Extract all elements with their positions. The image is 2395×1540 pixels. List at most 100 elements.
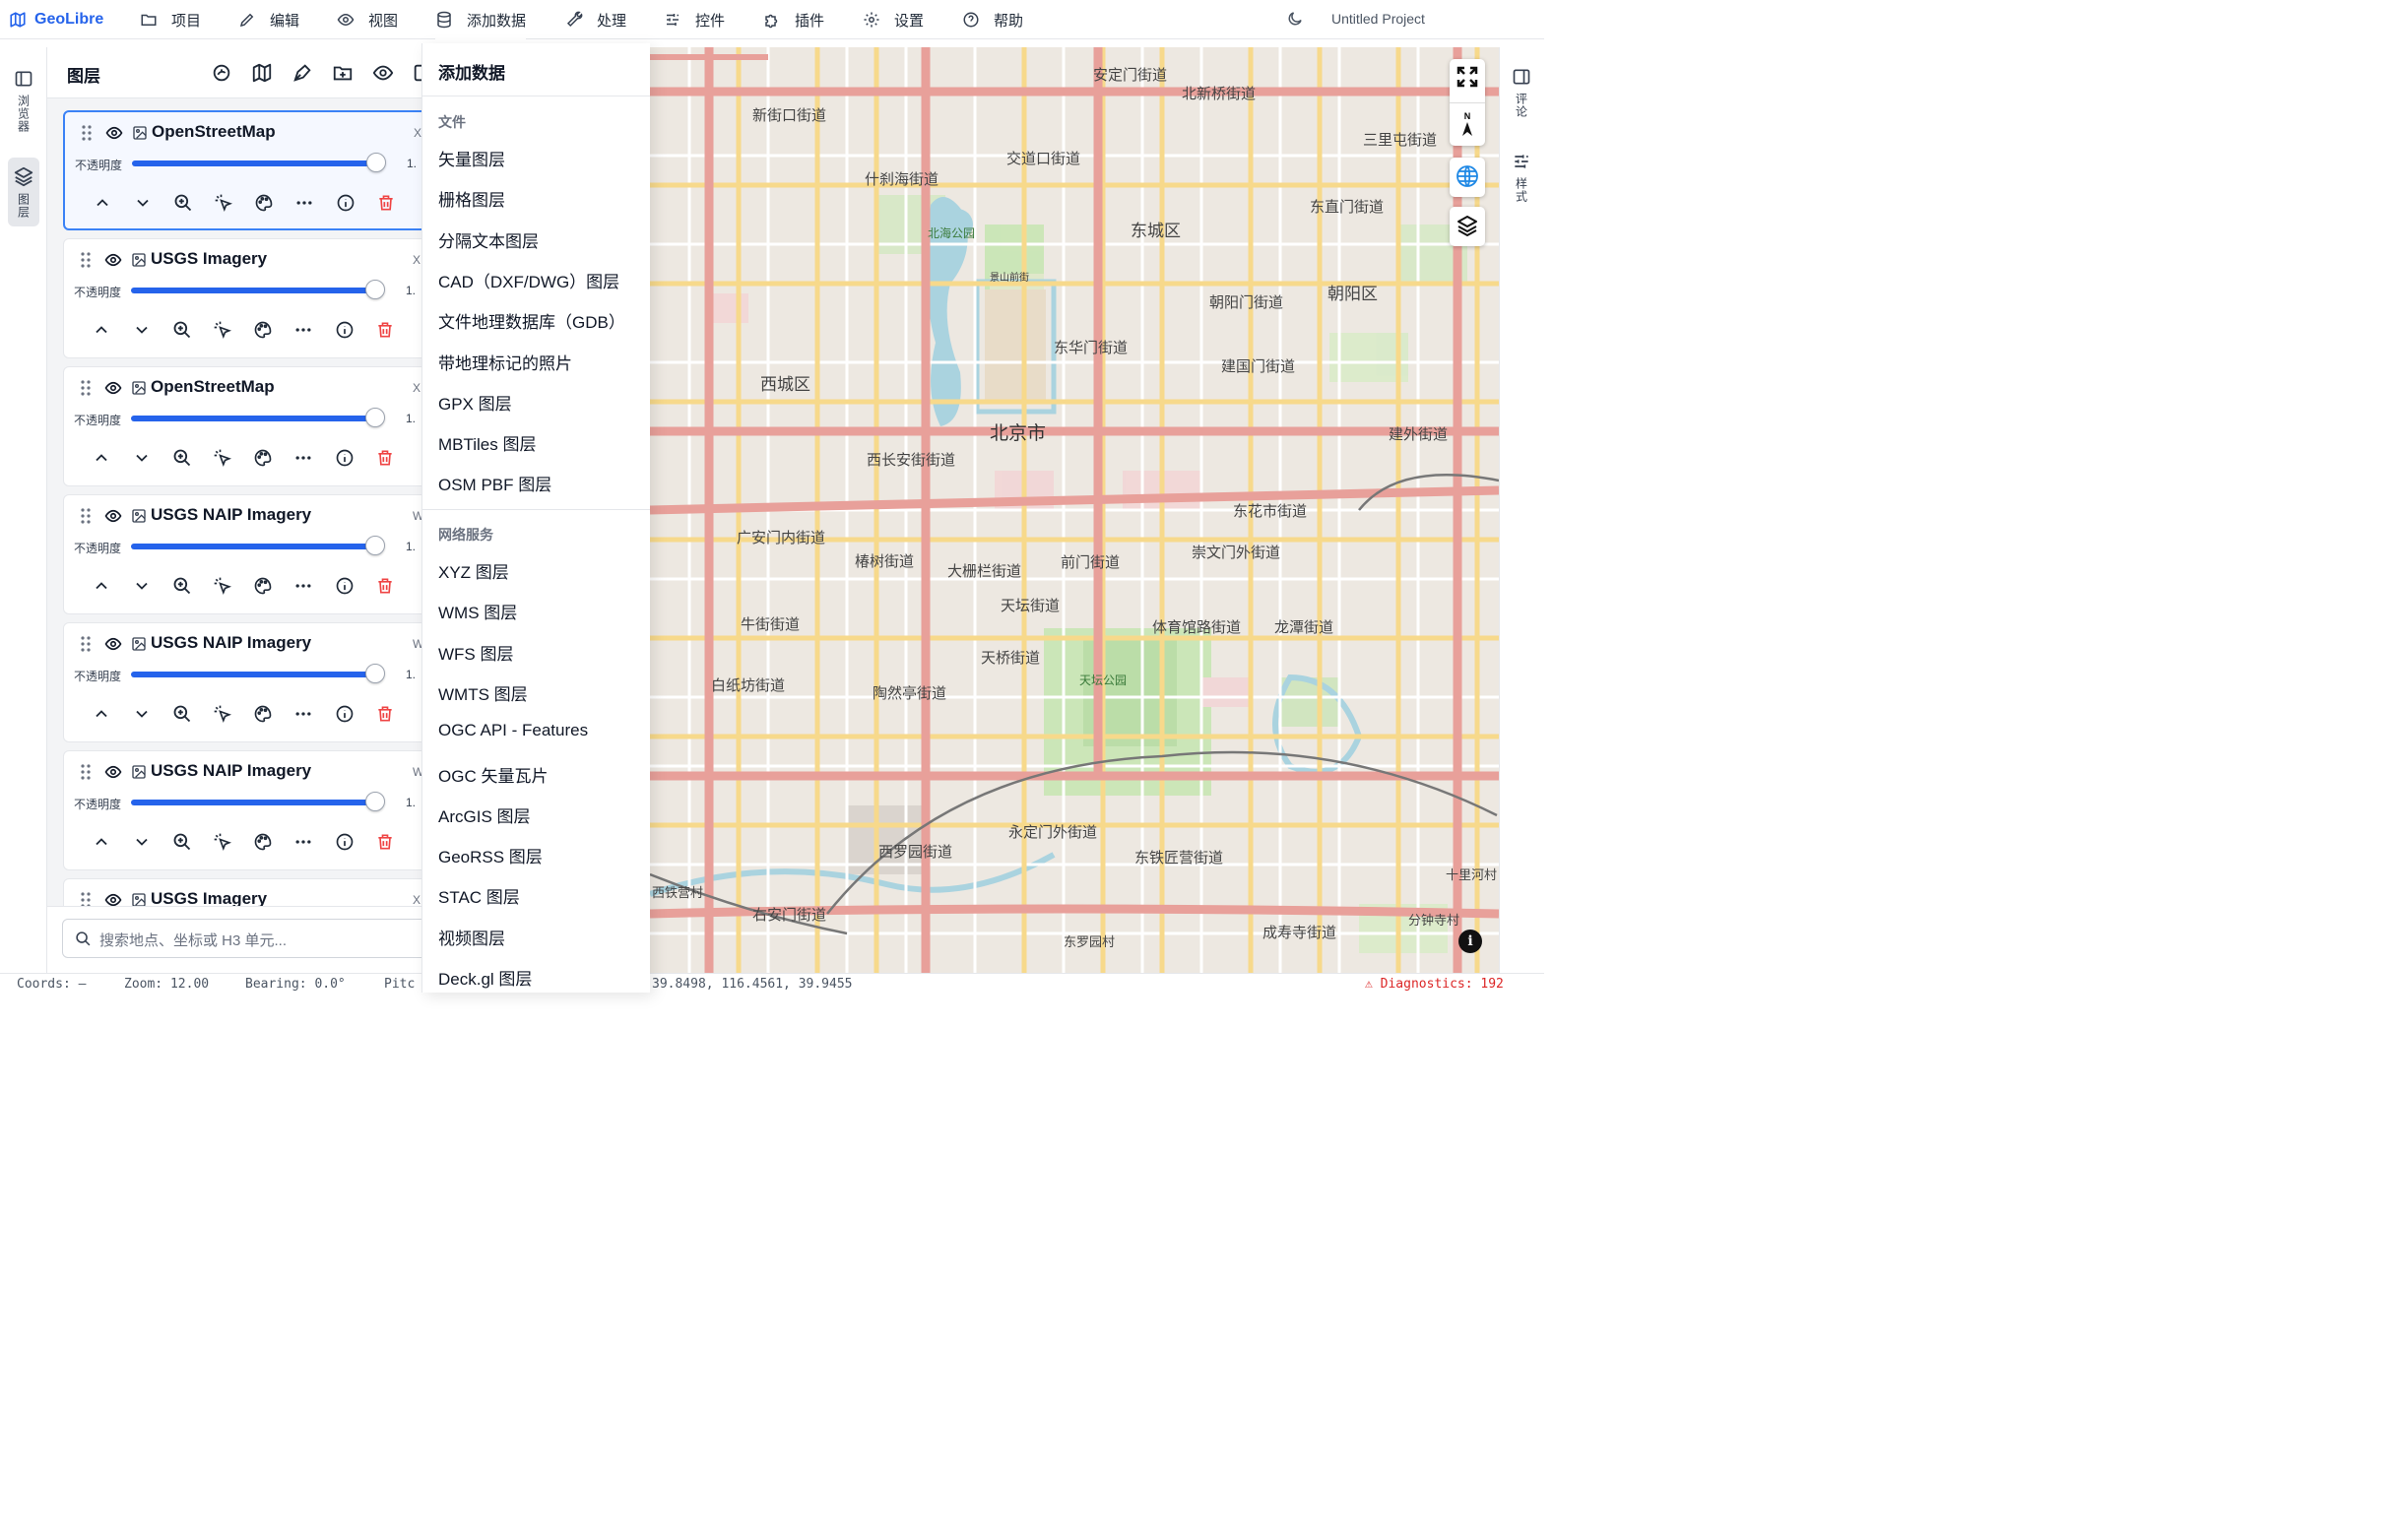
- opacity-slider-thumb[interactable]: [366, 153, 386, 172]
- drag-handle-icon[interactable]: [80, 763, 92, 781]
- zoom-to-layer-icon[interactable]: [173, 193, 193, 213]
- opacity-slider-thumb[interactable]: [365, 408, 385, 427]
- add-web-service-item[interactable]: WFS 图层: [438, 640, 514, 665]
- style-palette-icon[interactable]: [254, 193, 274, 213]
- delete-layer-icon[interactable]: [375, 320, 395, 340]
- delete-layer-icon[interactable]: [375, 576, 395, 596]
- add-web-service-item[interactable]: Deck.gl 图层: [438, 965, 532, 990]
- layer-info-icon[interactable]: [335, 448, 355, 468]
- delete-layer-icon[interactable]: [375, 704, 395, 724]
- add-file-layer-item[interactable]: OSM PBF 图层: [438, 471, 551, 495]
- layer-info-icon[interactable]: [336, 193, 356, 213]
- move-down-icon[interactable]: [132, 576, 152, 596]
- add-web-service-item[interactable]: WMTS 图层: [438, 680, 528, 705]
- layer-name[interactable]: USGS NAIP Imagery: [151, 633, 311, 653]
- add-web-service-item[interactable]: XYZ 图层: [438, 558, 509, 583]
- layer-name[interactable]: OpenStreetMap: [151, 377, 275, 397]
- layer-card[interactable]: USGS NAIP Imagery WI 不透明度 1.: [63, 494, 421, 614]
- more-options-icon[interactable]: [293, 832, 313, 852]
- compass-north-icon[interactable]: N: [1459, 110, 1475, 140]
- move-up-icon[interactable]: [92, 448, 111, 468]
- drag-handle-icon[interactable]: [80, 379, 92, 397]
- move-down-icon[interactable]: [133, 193, 153, 213]
- menu-project[interactable]: 项目: [140, 0, 201, 39]
- map-canvas[interactable]: 北京市 西城区 东城区 朝阳区 天坛公园 北海公园 景山前街 西长安街街道 东华…: [650, 47, 1499, 973]
- layer-name[interactable]: OpenStreetMap: [152, 122, 276, 142]
- layer-card[interactable]: OpenStreetMap X 不透明度 1.: [63, 110, 421, 230]
- layer-name[interactable]: USGS NAIP Imagery: [151, 505, 311, 525]
- menu-controls[interactable]: 控件: [664, 0, 725, 39]
- add-web-service-item[interactable]: GeoRSS 图层: [438, 843, 543, 867]
- move-down-icon[interactable]: [132, 448, 152, 468]
- add-file-layer-item[interactable]: MBTiles 图层: [438, 430, 537, 455]
- move-up-icon[interactable]: [92, 704, 111, 724]
- opacity-slider[interactable]: [131, 672, 377, 677]
- style-palette-icon[interactable]: [253, 320, 273, 340]
- add-file-layer-item[interactable]: GPX 图层: [438, 390, 512, 415]
- opacity-slider-thumb[interactable]: [365, 280, 385, 299]
- style-palette-icon[interactable]: [253, 832, 273, 852]
- browser-tab[interactable]: 浏览器: [8, 61, 39, 141]
- visibility-eye-icon[interactable]: [103, 251, 123, 269]
- add-file-layer-item[interactable]: 栅格图层: [438, 186, 505, 211]
- add-file-layer-item[interactable]: 带地理标记的照片: [438, 350, 572, 374]
- menu-processing[interactable]: 处理: [565, 0, 626, 39]
- style-tab[interactable]: 样式: [1512, 152, 1531, 203]
- style-palette-icon[interactable]: [253, 576, 273, 596]
- opacity-slider[interactable]: [131, 544, 377, 549]
- drag-handle-icon[interactable]: [80, 891, 92, 906]
- zoom-to-layer-icon[interactable]: [172, 448, 192, 468]
- layer-name[interactable]: USGS Imagery: [151, 249, 267, 269]
- add-web-service-item[interactable]: WMS 图层: [438, 599, 517, 623]
- theme-toggle-moon-icon[interactable]: [1286, 10, 1304, 28]
- toggle-visibility-icon[interactable]: [372, 62, 394, 84]
- attribution-info-icon[interactable]: i: [1458, 930, 1482, 953]
- add-basemap-icon[interactable]: [211, 62, 232, 84]
- opacity-slider[interactable]: [132, 160, 378, 166]
- visibility-eye-icon[interactable]: [103, 379, 123, 397]
- layer-card[interactable]: USGS Imagery X: [63, 878, 421, 906]
- more-options-icon[interactable]: [293, 704, 313, 724]
- style-palette-icon[interactable]: [253, 704, 273, 724]
- layer-info-icon[interactable]: [335, 576, 355, 596]
- app-brand[interactable]: GeoLibre: [0, 11, 138, 29]
- identify-icon[interactable]: [214, 193, 233, 213]
- add-file-layer-item[interactable]: 分隔文本图层: [438, 227, 539, 252]
- drag-handle-icon[interactable]: [81, 124, 93, 142]
- delete-layer-icon[interactable]: [376, 193, 396, 213]
- zoom-to-layer-icon[interactable]: [172, 576, 192, 596]
- add-web-service-item[interactable]: 视频图层: [438, 925, 505, 949]
- map-add-icon[interactable]: [251, 62, 273, 84]
- add-web-service-item[interactable]: STAC 图层: [438, 883, 520, 908]
- more-options-icon[interactable]: [293, 576, 313, 596]
- layer-card[interactable]: USGS Imagery X 不透明度 1.: [63, 238, 421, 358]
- visibility-eye-icon[interactable]: [104, 124, 124, 142]
- search-input[interactable]: 搜索地点、坐标或 H3 单元...: [62, 919, 421, 958]
- project-title[interactable]: Untitled Project: [1331, 11, 1425, 27]
- move-up-icon[interactable]: [92, 576, 111, 596]
- comments-tab[interactable]: 评论: [1512, 67, 1531, 118]
- opacity-slider-thumb[interactable]: [365, 536, 385, 555]
- new-group-icon[interactable]: [332, 62, 354, 84]
- layer-card[interactable]: USGS NAIP Imagery WI 不透明度 1.: [63, 622, 421, 742]
- visibility-eye-icon[interactable]: [103, 891, 123, 906]
- menu-view[interactable]: 视图: [337, 0, 398, 39]
- menu-plugins[interactable]: 插件: [763, 0, 824, 39]
- layer-card[interactable]: OpenStreetMap X 不透明度 1.: [63, 366, 421, 486]
- opacity-slider-thumb[interactable]: [365, 792, 385, 811]
- layer-info-icon[interactable]: [335, 320, 355, 340]
- menu-help[interactable]: 帮助: [962, 0, 1023, 39]
- visibility-eye-icon[interactable]: [103, 507, 123, 525]
- layers-tab[interactable]: 图层: [8, 158, 39, 226]
- delete-layer-icon[interactable]: [375, 448, 395, 468]
- move-down-icon[interactable]: [132, 320, 152, 340]
- identify-icon[interactable]: [213, 320, 232, 340]
- visibility-eye-icon[interactable]: [103, 635, 123, 653]
- draw-pen-icon[interactable]: [291, 62, 313, 84]
- layer-name[interactable]: USGS NAIP Imagery: [151, 761, 311, 781]
- opacity-slider[interactable]: [131, 800, 377, 805]
- menu-edit[interactable]: 编辑: [238, 0, 299, 39]
- move-down-icon[interactable]: [132, 704, 152, 724]
- add-web-service-item[interactable]: OGC API - Features: [438, 721, 588, 740]
- menu-settings[interactable]: 设置: [863, 0, 924, 39]
